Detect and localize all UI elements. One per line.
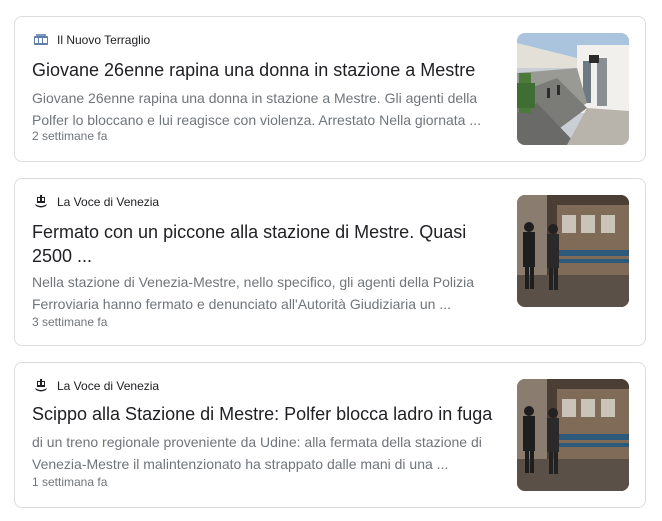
news-result-card[interactable]: Il Nuovo Terraglio Giovane 26enne rapina… [14, 16, 646, 162]
gondola-logo-icon [33, 378, 49, 394]
source-row: Il Nuovo Terraglio [33, 32, 150, 48]
news-result-card[interactable]: La Voce di Venezia Fermato con un piccon… [14, 178, 646, 346]
source-name: La Voce di Venezia [57, 379, 160, 393]
source-row: La Voce di Venezia [33, 378, 159, 394]
result-time: 2 settimane fa [32, 129, 108, 143]
result-snippet: di un treno regionale proveniente da Udi… [32, 434, 482, 472]
result-snippet: Giovane 26enne rapina una donna in stazi… [32, 90, 482, 128]
newspaper-logo-icon [33, 32, 49, 48]
gondola-logo-icon [33, 194, 49, 210]
source-name: Il Nuovo Terraglio [57, 33, 151, 47]
result-time: 1 settimana fa [32, 475, 108, 489]
result-time: 3 settimane fa [32, 315, 108, 329]
source-row: La Voce di Venezia [33, 194, 159, 210]
source-name: La Voce di Venezia [57, 195, 160, 209]
result-title[interactable]: Fermato con un piccone alla stazione di … [32, 220, 502, 268]
station-platform-image[interactable] [517, 33, 629, 145]
result-title[interactable]: Giovane 26enne rapina una donna in stazi… [32, 58, 502, 82]
result-snippet: Nella stazione di Venezia-Mestre, nello … [32, 274, 475, 312]
train-police-image[interactable] [517, 195, 629, 307]
result-title[interactable]: Scippo alla Stazione di Mestre: Polfer b… [32, 402, 502, 426]
train-police-image[interactable] [517, 379, 629, 491]
news-result-card[interactable]: La Voce di Venezia Scippo alla Stazione … [14, 362, 646, 508]
